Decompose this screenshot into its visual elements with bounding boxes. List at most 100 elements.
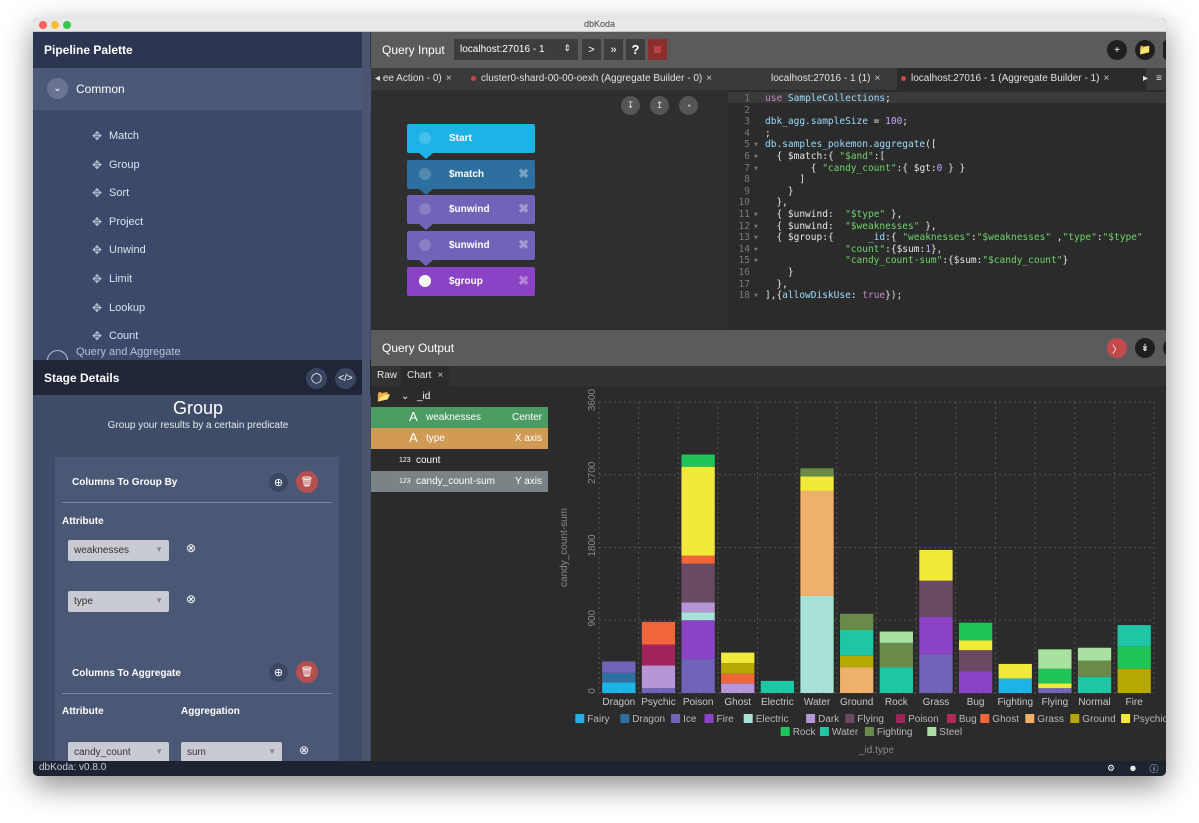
aggregate-field-select[interactable]: candy_count ▼ (68, 742, 169, 761)
palette-item-sort[interactable]: ✥ Sort (90, 183, 129, 203)
fold-arrow-icon[interactable]: ▾ (753, 232, 765, 243)
fold-arrow-icon[interactable]: ▾ (753, 151, 765, 162)
palette-item-lookup[interactable]: ✥ Lookup (90, 298, 145, 318)
export-icon[interactable]: ↥ (650, 96, 669, 115)
fold-arrow-icon[interactable]: ▾ (753, 139, 765, 150)
bar-segment-rock (681, 454, 715, 467)
x-tick-label: Poison (683, 697, 714, 708)
pipeline-block-unwind[interactable]: $unwind ✖ (407, 231, 535, 267)
delete-group-column-button[interactable]: 🗑 (296, 471, 318, 493)
tab-menu-icon[interactable]: ≡ (1152, 68, 1166, 90)
chart-icon[interactable]: ◔ (679, 96, 698, 115)
field-row-weaknesses[interactable]: Aweaknesses Center (371, 407, 548, 428)
tab-scroll-left-icon[interactable]: ◂ (375, 73, 380, 84)
remove-field-icon[interactable]: ⊗ (299, 743, 309, 757)
block-label: $group (449, 275, 483, 287)
chevron-down-icon[interactable]: ⌄ (47, 78, 68, 99)
code-editor[interactable]: 1 use SampleCollections; 2 3 dbk_agg.sampleS… (728, 90, 1166, 330)
expand-chevron-icon[interactable]: ⌄ (401, 391, 409, 402)
fold-arrow-icon[interactable]: ▾ (753, 255, 765, 266)
fold-arrow-icon[interactable]: ▾ (753, 163, 765, 174)
palette-item-unwind[interactable]: ✥ Unwind (90, 240, 146, 260)
code-line: 1 use SampleCollections; (728, 93, 891, 104)
caret-down-icon: ▼ (155, 747, 163, 756)
bar-segment-psychic (681, 466, 715, 556)
legend-swatch (1025, 714, 1035, 723)
add-aggregate-column-button[interactable]: ⊕ (269, 663, 288, 682)
left-panel-scrollbar[interactable] (362, 32, 370, 761)
remove-block-icon[interactable]: ✖ (518, 166, 529, 182)
group-field-select-1[interactable]: weaknesses ▼ (68, 540, 169, 561)
field-row-count[interactable]: 123 count (371, 449, 548, 471)
bar-segment-fairy (602, 682, 636, 693)
palette-item-match[interactable]: ✥ Match (90, 126, 139, 146)
palette-section-query-aggregate[interactable]: Query and Aggregate (33, 346, 371, 360)
tab-label: localhost:27016 - 1 (1) (771, 73, 871, 84)
feedback-icon[interactable]: ☻ (1128, 763, 1138, 773)
add-group-column-button[interactable]: ⊕ (269, 473, 288, 492)
query-output-title: Query Output (382, 341, 455, 355)
delete-aggregate-column-button[interactable]: 🗑 (296, 661, 318, 683)
code-icon[interactable]: </> (335, 368, 356, 389)
remove-field-icon[interactable]: ⊗ (186, 541, 196, 555)
fold-arrow-icon[interactable]: ▾ (753, 244, 765, 255)
save-icon[interactable]: ↧ (1163, 40, 1166, 60)
add-icon[interactable]: + (1107, 40, 1127, 60)
folder-open-icon[interactable]: 📁 (1135, 40, 1155, 60)
tab-explain[interactable]: ◂ ee Action - 0) × (371, 68, 467, 90)
group-field-select-2[interactable]: type ▼ (68, 591, 169, 612)
pipeline-block-group[interactable]: $group ✖ (407, 266, 535, 296)
bar-segment-dragon (602, 672, 636, 683)
app-version: dbKoda: v0.8.0 (39, 762, 107, 773)
group-by-title: Columns To Group By (72, 477, 178, 488)
execute-all-button[interactable]: » (604, 39, 623, 60)
fold-arrow-icon[interactable]: ▾ (753, 290, 765, 301)
pipeline-block-start[interactable]: Start (407, 124, 535, 159)
palette-item-group[interactable]: ✥ Group (90, 155, 140, 175)
close-icon[interactable]: × (446, 73, 452, 84)
fold-arrow-icon[interactable]: ▾ (753, 221, 765, 232)
gear-icon[interactable]: ⚙ (1106, 763, 1116, 773)
field-row-candy_count-sum[interactable]: 123 candy_count-sum Y axis (371, 470, 548, 492)
help-button[interactable]: ? (626, 39, 645, 60)
palette-item-limit[interactable]: ✥ Limit (90, 269, 132, 289)
hide-eye-icon[interactable]: ◯ (306, 368, 327, 389)
caret-down-icon: ▼ (268, 747, 276, 756)
close-icon[interactable]: × (437, 370, 443, 381)
download-icon[interactable]: ↧ (1163, 338, 1166, 358)
pipeline-block-match[interactable]: $match ✖ (407, 159, 535, 195)
tab-aggregate-builder-1[interactable]: localhost:27016 - 1 (Aggregate Builder -… (897, 68, 1146, 90)
aggregation-function-select[interactable]: sum ▼ (181, 742, 282, 761)
info-icon[interactable]: ⓘ (1149, 763, 1159, 774)
legend-label: Electric (756, 714, 789, 725)
line-number: 5 (744, 139, 750, 151)
execute-button[interactable]: > (582, 39, 601, 60)
tab-aggregate-builder-0[interactable]: cluster0-shard-00-00-oexh (Aggregate Bui… (467, 68, 759, 90)
field-root[interactable]: 📂 ⌄ _id (371, 386, 548, 407)
stop-button[interactable] (648, 39, 667, 60)
palette-item-project[interactable]: ✥ Project (90, 212, 143, 232)
import-icon[interactable]: ↧ (621, 96, 640, 115)
remove-block-icon[interactable]: ✖ (518, 237, 529, 253)
block-handle-icon (419, 132, 431, 144)
close-icon[interactable]: × (1103, 73, 1109, 84)
pipeline-block-unwind[interactable]: $unwind ✖ (407, 195, 535, 231)
collapse-icon[interactable]: ↡ (1135, 338, 1155, 358)
remove-block-icon[interactable]: ✖ (518, 201, 529, 217)
remove-block-icon[interactable]: ✖ (518, 273, 529, 289)
tab-raw[interactable]: Raw (371, 366, 403, 386)
divider (62, 502, 332, 503)
clear-output-icon[interactable]: 〉 (1107, 338, 1127, 358)
tab-localhost-1[interactable]: localhost:27016 - 1 (1) × (767, 68, 897, 90)
remove-field-icon[interactable]: ⊗ (186, 592, 196, 606)
fold-arrow-icon[interactable]: ▾ (753, 209, 765, 220)
field-row-type[interactable]: Atype X axis (371, 428, 548, 450)
x-tick-label: Normal (1078, 697, 1110, 708)
tab-scroll-right-icon[interactable]: ▸ (1139, 68, 1152, 90)
tab-chart[interactable]: Chart × (401, 366, 450, 386)
palette-section-common[interactable]: ⌄ Common (33, 68, 371, 110)
close-icon[interactable]: × (875, 73, 881, 84)
palette-item-count[interactable]: ✥ Count (90, 326, 138, 346)
connection-select[interactable]: localhost:27016 - 1 ⇕ (454, 39, 578, 60)
close-icon[interactable]: × (706, 73, 712, 84)
